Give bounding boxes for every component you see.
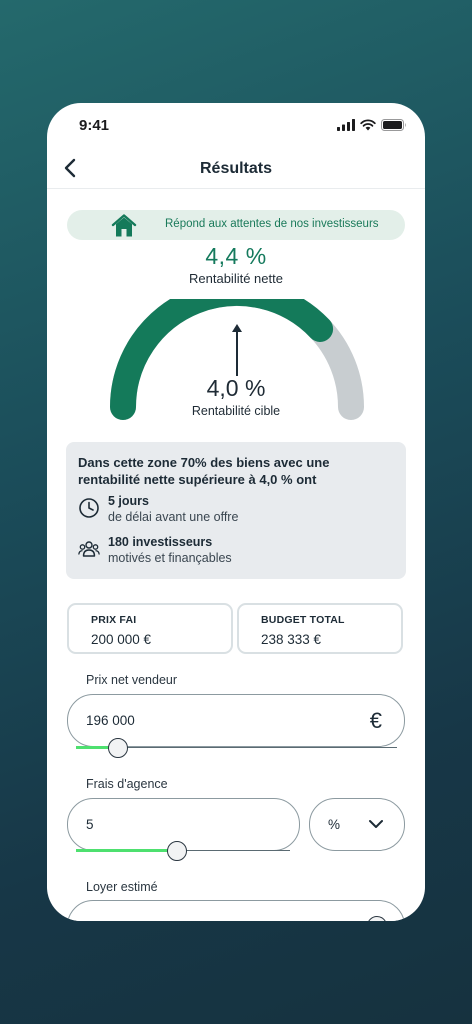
prix-fai-card: PRIX FAI 200 000 €	[67, 603, 233, 654]
info-row-title: 5 jours	[108, 494, 149, 508]
loyer-estime-input[interactable]	[67, 900, 405, 921]
status-banner: Répond aux attentes de nos investisseurs	[67, 210, 405, 240]
frais-agence-value: 5	[86, 817, 94, 832]
target-arrow-head	[232, 324, 242, 332]
info-row-title: 180 investisseurs	[108, 535, 213, 549]
prix-net-value: 196 000	[86, 713, 135, 728]
slider-thumb[interactable]	[166, 841, 187, 861]
page-title: Résultats	[199, 160, 273, 177]
loyer-estime-label: Loyer estimé	[86, 880, 158, 894]
people-group-icon	[78, 541, 100, 557]
info-row-investors: 180 investisseurs motivés et finançables	[78, 534, 232, 566]
info-row-subtitle: motivés et finançables	[108, 551, 232, 565]
budget-total-label: BUDGET TOTAL	[261, 614, 345, 626]
info-row-subtitle: de délai avant une offre	[108, 510, 239, 524]
house-icon	[111, 214, 137, 237]
slider-thumb[interactable]	[367, 916, 387, 921]
budget-total-value: 238 333 €	[261, 632, 322, 647]
cellular-signal-icon	[337, 119, 355, 131]
prix-fai-value: 200 000 €	[91, 632, 152, 647]
prix-net-label: Prix net vendeur	[86, 673, 178, 687]
info-heading: Dans cette zone 70% des biens avec une r…	[78, 455, 330, 487]
battery-icon	[381, 119, 406, 131]
prix-net-slider[interactable]	[76, 738, 397, 758]
chevron-down-icon	[369, 820, 383, 828]
phone-screen: 9:41 Résultats Répond aux attentes de no…	[47, 103, 425, 921]
loyer-estime-slider[interactable]	[367, 916, 387, 921]
status-icons	[337, 119, 407, 131]
net-return-label: Rentabilité nette	[189, 271, 283, 286]
target-return-value: 4,0 %	[206, 375, 266, 401]
slider-fill	[76, 849, 177, 852]
slider-thumb[interactable]	[107, 738, 128, 758]
frais-agence-slider[interactable]	[76, 841, 290, 861]
status-bar: 9:41	[47, 103, 425, 147]
wifi-icon	[360, 119, 376, 131]
banner-text: Répond aux attentes de nos investisseurs	[165, 218, 379, 230]
euro-icon: €	[369, 708, 382, 733]
budget-total-card: BUDGET TOTAL 238 333 €	[237, 603, 403, 654]
market-info-card: Dans cette zone 70% des biens avec une r…	[66, 442, 406, 579]
info-row-delay: 5 jours de délai avant une offre	[78, 493, 238, 525]
net-return-value: 4,4 %	[205, 243, 267, 269]
unit-select-value: %	[328, 817, 341, 832]
frais-agence-label: Frais d'agence	[86, 777, 168, 791]
target-return-label: Rentabilité cible	[191, 404, 281, 418]
status-time: 9:41	[79, 117, 110, 134]
prix-fai-label: PRIX FAI	[91, 614, 137, 626]
clock-icon	[79, 498, 99, 518]
navigation-bar: Résultats	[47, 147, 425, 189]
unit-select[interactable]: %	[309, 798, 405, 851]
